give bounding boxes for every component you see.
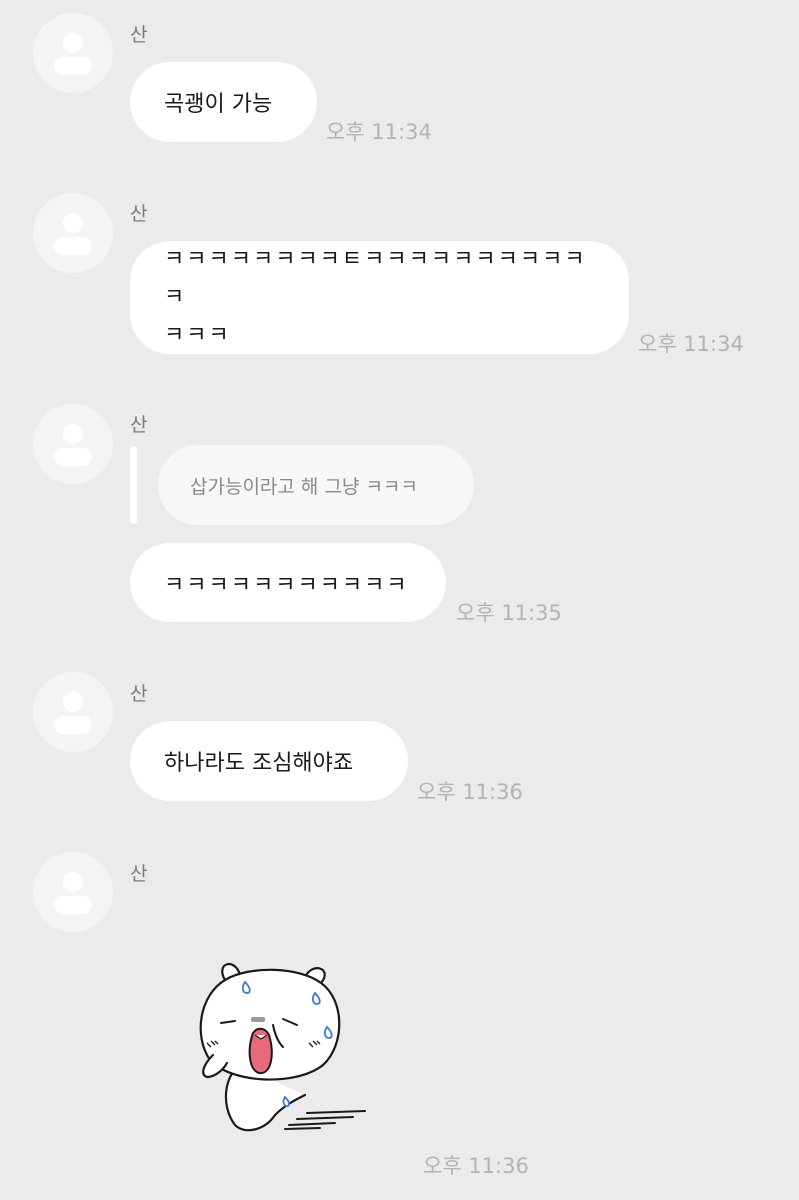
message-time: 오후 11:36 (417, 780, 523, 804)
sender-name: 산 (130, 203, 148, 225)
avatar[interactable] (33, 404, 113, 484)
message-bubble[interactable]: ㅋㅋㅋㅋㅋㅋㅋㅋㅋㅋㅋ (130, 543, 446, 622)
avatar-head (63, 872, 83, 892)
avatar-head (63, 33, 83, 53)
quoted-message[interactable]: 삽가능이라고 해 그냥 ㅋㅋㅋ (158, 445, 474, 525)
sweating-bear-sticker[interactable] (185, 955, 380, 1140)
avatar-body (54, 448, 92, 466)
avatar[interactable] (33, 672, 113, 752)
message-bubble[interactable]: ㅋㅋㅋㅋㅋㅋㅋㅋㅌㅋㅋㅋㅋㅋㅋㅋㅋㅋㅋㅋ ㅋㅋㅋ (130, 241, 629, 354)
message-text-line: ㅋㅋㅋ (164, 322, 231, 348)
sender-name: 산 (130, 863, 148, 885)
sender-name: 산 (130, 414, 148, 436)
avatar-head (63, 692, 83, 712)
avatar-body (54, 57, 92, 75)
message-text-line: ㅋㅋㅋㅋㅋㅋㅋㅋㅌㅋㅋㅋㅋㅋㅋㅋㅋㅋㅋㅋ (164, 246, 587, 310)
avatar-body (54, 237, 92, 255)
reply-indicator-bar (130, 446, 137, 524)
avatar-body (54, 716, 92, 734)
avatar[interactable] (33, 193, 113, 273)
message-bubble[interactable]: 곡괭이 가능 (130, 62, 317, 142)
sender-name: 산 (130, 24, 148, 46)
message-bubble[interactable]: 하나라도 조심해야죠 (130, 721, 408, 801)
avatar-head (63, 424, 83, 444)
message-time: 오후 11:35 (456, 601, 562, 625)
sender-name: 산 (130, 683, 148, 705)
message-time: 오후 11:34 (326, 120, 432, 144)
avatar-body (54, 896, 92, 914)
message-time: 오후 11:34 (638, 332, 744, 356)
avatar-head (63, 213, 83, 233)
avatar[interactable] (33, 852, 113, 932)
message-time: 오후 11:36 (423, 1154, 529, 1178)
chat-window: 산 곡괭이 가능 오후 11:34 산 ㅋㅋㅋㅋㅋㅋㅋㅋㅌㅋㅋㅋㅋㅋㅋㅋㅋㅋㅋㅋ… (0, 0, 799, 1200)
avatar[interactable] (33, 13, 113, 93)
